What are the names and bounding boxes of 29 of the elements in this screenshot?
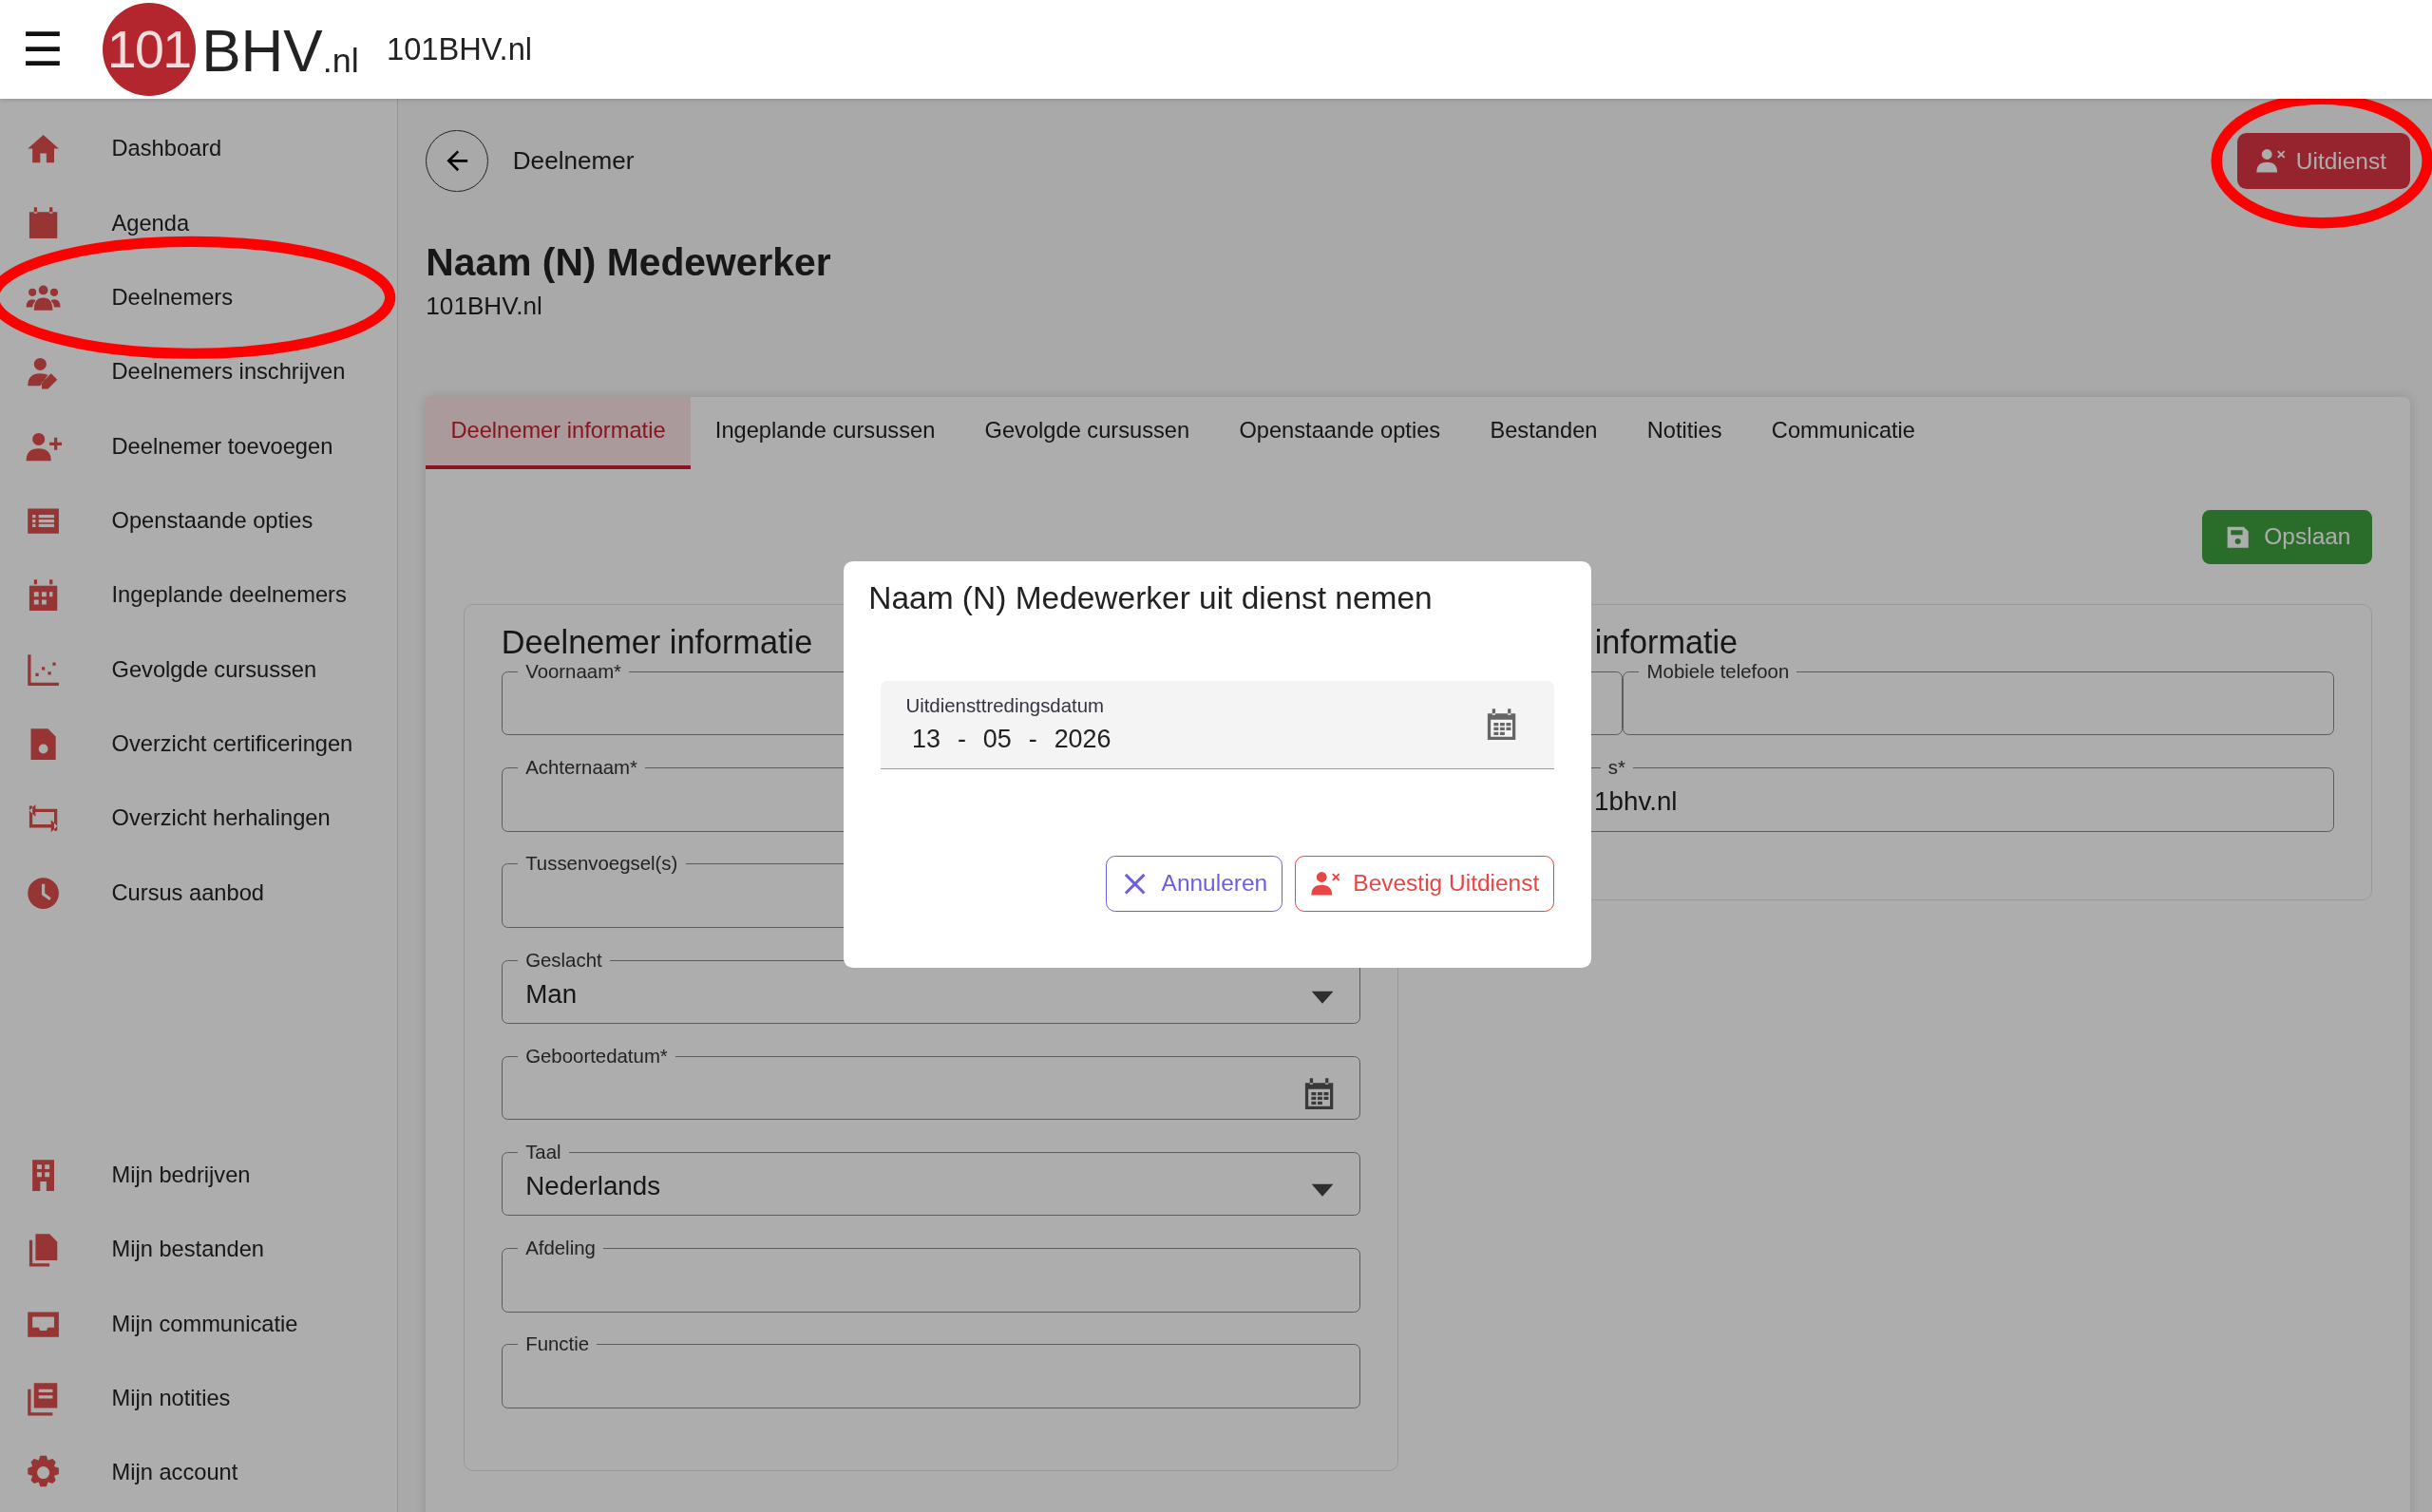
field-label: Mobiele telefoon [1645,661,1791,683]
field-value: Man [525,977,578,1011]
section-title: informatie [1593,623,1739,662]
logo-badge: 101 [102,3,196,97]
month-value: 05 [982,724,1012,754]
page-label: Deelnemer [512,146,635,177]
page-title: Naam (N) Medewerker [426,240,832,286]
logo-text: BHV [201,21,323,81]
section-title: Deelnemer informatie [501,623,814,662]
field-label: s* [1606,757,1626,780]
field-label: Taal [524,1142,562,1163]
app-title: 101BHV.nl [387,31,533,68]
field-label: Afdeling [524,1238,597,1260]
year-value: 2026 [1054,724,1112,754]
field-label: Geboortedatum* [524,1045,669,1068]
logo-suffix: .nl [322,40,359,81]
field-label: Uitdiensttredingsdatum [905,694,1105,717]
date-separator: - [1028,724,1037,754]
field-label: Functie [524,1333,591,1356]
field-value: 1bhv.nl [1594,785,1678,819]
field-value: Nederlands [525,1169,661,1202]
field-label: Geslacht [524,949,603,972]
field-label: Achternaam* [524,757,639,780]
day-value: 13 [911,724,940,754]
page-subtitle: 101BHV.nl [426,291,543,321]
field-label: Voornaam* [524,661,623,683]
dialog-title: Naam (N) Medewerker uit dienst nemen [868,579,1434,616]
field-label: Tussenvoegsel(s) [524,853,679,876]
date-separator: - [957,724,966,754]
